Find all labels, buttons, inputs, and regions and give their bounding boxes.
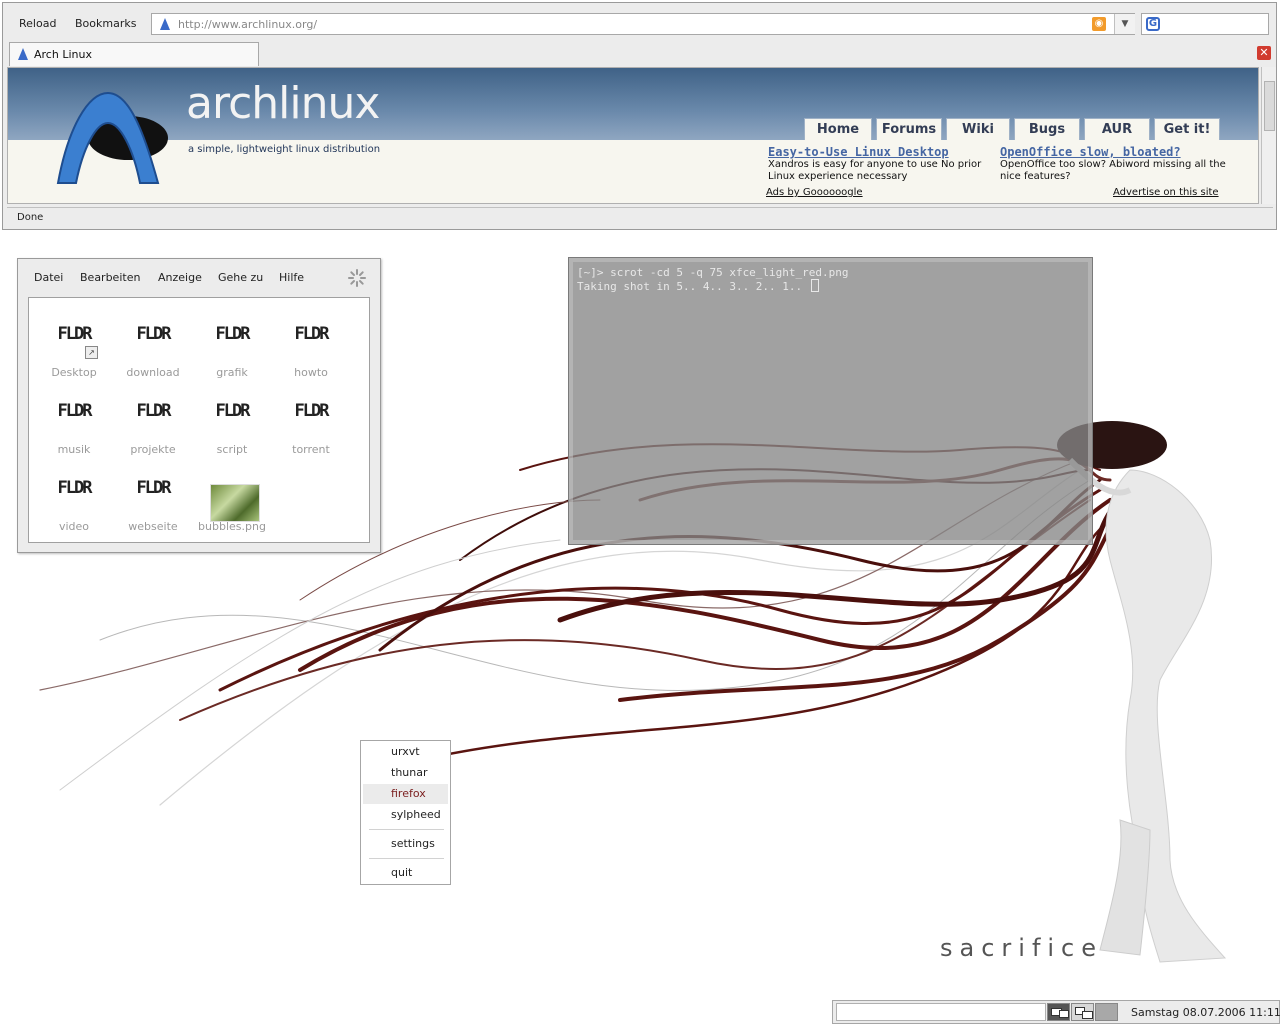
folder-label: video: [58, 520, 90, 533]
clock: Samstag 08.07.2006 11:11: [1131, 1006, 1280, 1019]
folder-item[interactable]: FLDR ↗ Desktop: [35, 300, 113, 379]
terminal-line-text: Taking shot in 5.. 4.. 3.. 2.. 1..: [577, 280, 809, 293]
folder-item[interactable]: FLDR howto: [272, 300, 350, 379]
web-page: archlinux Home Forums Wiki Bugs AUR Get …: [7, 67, 1259, 204]
arch-site-icon: [160, 18, 170, 30]
menu-item-quit[interactable]: quit: [363, 863, 448, 883]
folder-item[interactable]: FLDR grafik: [193, 300, 271, 379]
window-preview: [1059, 1010, 1069, 1018]
file-label: bubbles.png: [198, 520, 266, 533]
tab-label: Arch Linux: [34, 48, 92, 61]
menu-anzeige[interactable]: Anzeige: [158, 271, 202, 284]
folder-item[interactable]: FLDR webseite: [114, 454, 192, 533]
folder-icon: FLDR: [294, 401, 330, 421]
ad-title-link[interactable]: Easy-to-Use Linux Desktop: [768, 145, 949, 159]
folder-icon: FLDR: [57, 478, 93, 498]
workspace-3-button[interactable]: [1095, 1003, 1118, 1021]
file-view: FLDR ↗ Desktop FLDR download FLDR grafik…: [28, 297, 370, 543]
ad-body: Xandros is easy for anyone to use No pri…: [768, 159, 982, 182]
folder-item[interactable]: FLDR projekte: [114, 377, 192, 456]
ads-by-link[interactable]: Ads by Goooooogle: [766, 187, 863, 198]
image-thumbnail-icon: [210, 484, 260, 522]
file-item[interactable]: bubbles.png: [193, 454, 271, 533]
menu-datei[interactable]: Datei: [34, 271, 63, 284]
ad-body: OpenOffice too slow? Abiword missing all…: [1000, 159, 1226, 182]
folder-icon: FLDR: [136, 401, 172, 421]
folder-item[interactable]: FLDR download: [114, 300, 192, 379]
nav-tab-get-it[interactable]: Get it!: [1154, 118, 1220, 140]
wallpaper-title: sacrifice: [940, 934, 1104, 962]
folder-label: torrent: [292, 443, 330, 456]
arch-tagline: a simple, lightweight linux distribution: [188, 144, 381, 155]
window-preview: [1082, 1011, 1093, 1019]
wordmark-arch: arch: [186, 78, 279, 129]
throbber-icon: [348, 269, 366, 287]
file-manager-window: Datei Bearbeiten Anzeige Gehe zu Hilfe F…: [17, 258, 381, 553]
workspace-2-button[interactable]: [1071, 1003, 1094, 1021]
folder-item[interactable]: FLDR video: [35, 454, 113, 533]
arch-header-banner: archlinux Home Forums Wiki Bugs AUR Get …: [8, 68, 1258, 184]
tab-arch-linux[interactable]: Arch Linux: [9, 42, 259, 66]
menu-separator: [369, 858, 444, 859]
menu-bearbeiten[interactable]: Bearbeiten: [80, 271, 140, 284]
folder-label: webseite: [128, 520, 178, 533]
search-input[interactable]: G: [1141, 13, 1269, 35]
arch-favicon-icon: [18, 48, 28, 60]
nav-tab-forums[interactable]: Forums: [876, 118, 942, 140]
folder-icon: FLDR: [57, 401, 93, 421]
task-list[interactable]: [836, 1003, 1046, 1021]
menu-hilfe[interactable]: Hilfe: [279, 271, 304, 284]
workspace-1-button[interactable]: [1047, 1003, 1070, 1021]
close-tab-icon[interactable]: ✕: [1257, 46, 1271, 60]
arch-logo-icon: [56, 91, 168, 184]
scrollbar-thumb[interactable]: [1264, 81, 1275, 131]
page-scrollbar[interactable]: [1261, 67, 1276, 204]
menu-item-firefox[interactable]: firefox: [363, 784, 448, 804]
wordmark-linux: linux: [278, 78, 380, 129]
nav-tab-wiki[interactable]: Wiki: [946, 118, 1010, 140]
terminal-line: Taking shot in 5.. 4.. 3.. 2.. 1..: [577, 279, 819, 293]
reload-button[interactable]: Reload: [19, 17, 56, 30]
status-bar: Done: [7, 207, 1273, 228]
bottom-panel: Samstag 08.07.2006 11:11: [832, 1000, 1280, 1024]
nav-tab-bugs[interactable]: Bugs: [1014, 118, 1080, 140]
url-dropdown-button[interactable]: ▼: [1114, 14, 1135, 34]
folder-icon: FLDR: [215, 324, 251, 344]
terminal-cursor: [810, 279, 819, 292]
search-engine-icon[interactable]: G: [1146, 17, 1160, 31]
arch-wordmark: archlinux: [186, 78, 380, 129]
browser-window: Reload Bookmarks http://www.archlinux.or…: [2, 2, 1277, 230]
terminal-line: [~]> scrot -cd 5 -q 75 xfce_light_red.pn…: [577, 266, 849, 279]
menu-item-sylpheed[interactable]: sylpheed: [363, 805, 448, 825]
folder-icon: FLDR: [57, 324, 93, 344]
nav-tab-home[interactable]: Home: [804, 118, 872, 140]
folder-item[interactable]: FLDR musik: [35, 377, 113, 456]
ad-title-link[interactable]: OpenOffice slow, bloated?: [1000, 145, 1181, 159]
url-text[interactable]: http://www.archlinux.org/: [178, 18, 317, 31]
browser-toolbar: Reload Bookmarks http://www.archlinux.or…: [3, 3, 1276, 43]
folder-icon: FLDR: [136, 324, 172, 344]
folder-icon: FLDR: [215, 401, 251, 421]
bookmarks-button[interactable]: Bookmarks: [75, 17, 136, 30]
nav-tab-aur[interactable]: AUR: [1084, 118, 1150, 140]
menu-item-urxvt[interactable]: urxvt: [363, 742, 448, 762]
menu-gehe-zu[interactable]: Gehe zu: [218, 271, 263, 284]
rss-feed-icon[interactable]: ◉: [1092, 17, 1106, 31]
folder-item[interactable]: FLDR script: [193, 377, 271, 456]
desktop-menu: urxvt thunar firefox sylpheed settings q…: [360, 740, 451, 885]
folder-item[interactable]: FLDR torrent: [272, 377, 350, 456]
folder-icon: FLDR: [294, 324, 330, 344]
status-text: Done: [17, 212, 44, 223]
folder-icon: FLDR: [136, 478, 172, 498]
menu-item-settings[interactable]: settings: [363, 834, 448, 854]
link-emblem-icon: ↗: [85, 346, 98, 359]
menu-separator: [369, 829, 444, 830]
menu-item-thunar[interactable]: thunar: [363, 763, 448, 783]
terminal-window[interactable]: [~]> scrot -cd 5 -q 75 xfce_light_red.pn…: [568, 257, 1093, 545]
advertise-link[interactable]: Advertise on this site: [1113, 187, 1219, 198]
url-bar[interactable]: http://www.archlinux.org/ ◉ ▼: [151, 13, 1135, 35]
